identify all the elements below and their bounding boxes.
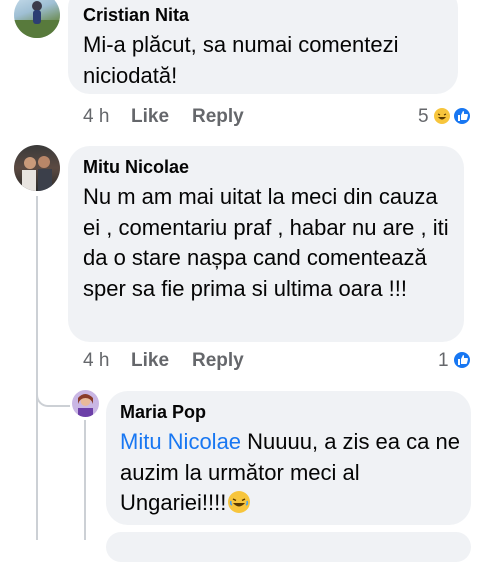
laugh-emoji-icon [228, 491, 251, 513]
like-button[interactable]: Like [131, 350, 169, 372]
reply-button[interactable]: Reply [192, 106, 244, 128]
like-icon [452, 106, 472, 126]
thread-line [36, 196, 38, 540]
comment-text: Mi-a plăcut, sa numai comentezi niciodat… [83, 32, 399, 88]
comment-author[interactable]: Cristian Nita [83, 5, 189, 26]
like-button[interactable]: Like [131, 106, 169, 128]
reaction-count[interactable]: 5 [418, 106, 429, 128]
next-comment-bubble [106, 532, 471, 562]
reaction-count[interactable]: 1 [438, 350, 449, 372]
avatar[interactable] [72, 390, 99, 417]
reply-mention[interactable]: Mitu Nicolae [120, 429, 241, 454]
avatar[interactable] [14, 145, 60, 191]
reply-text: Mitu Nicolae Nuuuu, a zis ea ca ne auzim… [120, 427, 465, 519]
reply-button[interactable]: Reply [192, 350, 244, 372]
reply-connector [36, 380, 70, 407]
comment-text: Nu m am mai uitat la meci din cauza ei ,… [83, 184, 449, 301]
comment-time[interactable]: 4 h [83, 106, 109, 128]
comment-time[interactable]: 4 h [83, 350, 109, 372]
thread-line [84, 420, 86, 540]
laugh-emoji-icon [432, 106, 452, 126]
comment-author[interactable]: Mitu Nicolae [83, 157, 189, 178]
like-icon [452, 350, 472, 370]
avatar[interactable] [14, 0, 60, 38]
reply-author[interactable]: Maria Pop [120, 402, 206, 423]
